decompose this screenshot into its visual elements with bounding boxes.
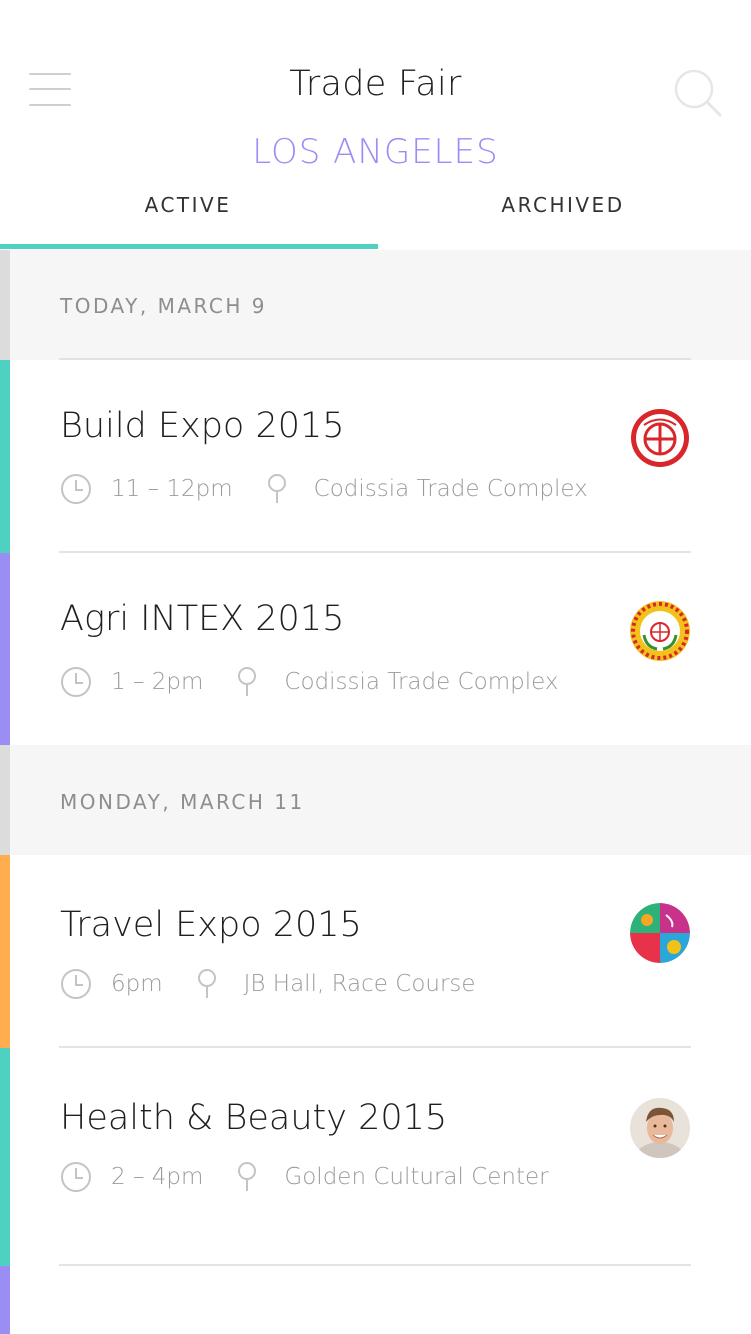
event-time: 6pm xyxy=(111,971,163,997)
travel-expo-logo xyxy=(630,903,690,963)
location-pin-icon xyxy=(267,474,286,503)
event-row-health-beauty[interactable]: Health & Beauty 2015 2 – 4pm Golden Cult… xyxy=(0,1048,751,1266)
event-accent-bar xyxy=(0,1048,10,1266)
event-name: Agri INTEX 2015 xyxy=(60,599,345,639)
event-row-travel-expo[interactable]: Travel Expo 2015 6pm JB Hall, Race Cours… xyxy=(0,855,751,1048)
event-location: Codissia Trade Complex xyxy=(284,669,559,695)
section-date-label: TODAY, MARCH 9 xyxy=(60,294,267,318)
event-accent-bar xyxy=(0,360,10,553)
event-name: Build Expo 2015 xyxy=(60,406,345,446)
event-accent-bar xyxy=(0,553,10,745)
section-accent-bar xyxy=(0,745,10,855)
event-meta: 2 – 4pm Golden Cultural Center xyxy=(60,1160,549,1194)
search-icon[interactable] xyxy=(672,67,724,119)
event-name: Travel Expo 2015 xyxy=(60,905,362,945)
section-accent-bar xyxy=(0,250,10,360)
clock-icon xyxy=(61,969,91,999)
next-event-accent-bar xyxy=(0,1266,10,1334)
event-location: Golden Cultural Center xyxy=(284,1164,549,1190)
location-pin-icon xyxy=(238,1162,257,1191)
clock-icon xyxy=(61,1162,91,1192)
codissia-logo xyxy=(631,409,689,467)
section-date-label: MONDAY, MARCH 11 xyxy=(60,790,305,814)
agri-intex-logo xyxy=(630,601,690,661)
tab-active[interactable]: ACTIVE xyxy=(0,193,376,217)
clock-icon xyxy=(61,474,91,504)
event-location: JB Hall, Race Course xyxy=(243,971,476,997)
event-name: Health & Beauty 2015 xyxy=(60,1098,448,1138)
event-time: 2 – 4pm xyxy=(111,1164,204,1190)
event-location: Codissia Trade Complex xyxy=(313,476,588,502)
event-meta: 1 – 2pm Codissia Trade Complex xyxy=(60,665,558,699)
clock-icon xyxy=(61,667,91,697)
city-subtitle[interactable]: LOS ANGELES xyxy=(0,132,751,172)
section-header-monday: MONDAY, MARCH 11 xyxy=(0,745,751,855)
event-accent-bar xyxy=(0,855,10,1048)
location-pin-icon xyxy=(197,969,216,998)
row-divider xyxy=(59,1264,691,1266)
event-time: 11 – 12pm xyxy=(111,476,233,502)
page-title: Trade Fair xyxy=(289,64,462,104)
person-avatar xyxy=(630,1098,690,1158)
active-tab-indicator xyxy=(0,244,378,249)
section-header-today: TODAY, MARCH 9 xyxy=(0,250,751,360)
event-row-build-expo[interactable]: Build Expo 2015 11 – 12pm Codissia Trade… xyxy=(0,360,751,553)
event-time: 1 – 2pm xyxy=(111,669,204,695)
event-row-agri-intex[interactable]: Agri INTEX 2015 1 – 2pm Codissia Trade C… xyxy=(0,553,751,745)
location-pin-icon xyxy=(238,667,257,696)
event-meta: 11 – 12pm Codissia Trade Complex xyxy=(60,472,588,506)
event-meta: 6pm JB Hall, Race Course xyxy=(60,967,476,1001)
tab-archived[interactable]: ARCHIVED xyxy=(375,193,751,217)
